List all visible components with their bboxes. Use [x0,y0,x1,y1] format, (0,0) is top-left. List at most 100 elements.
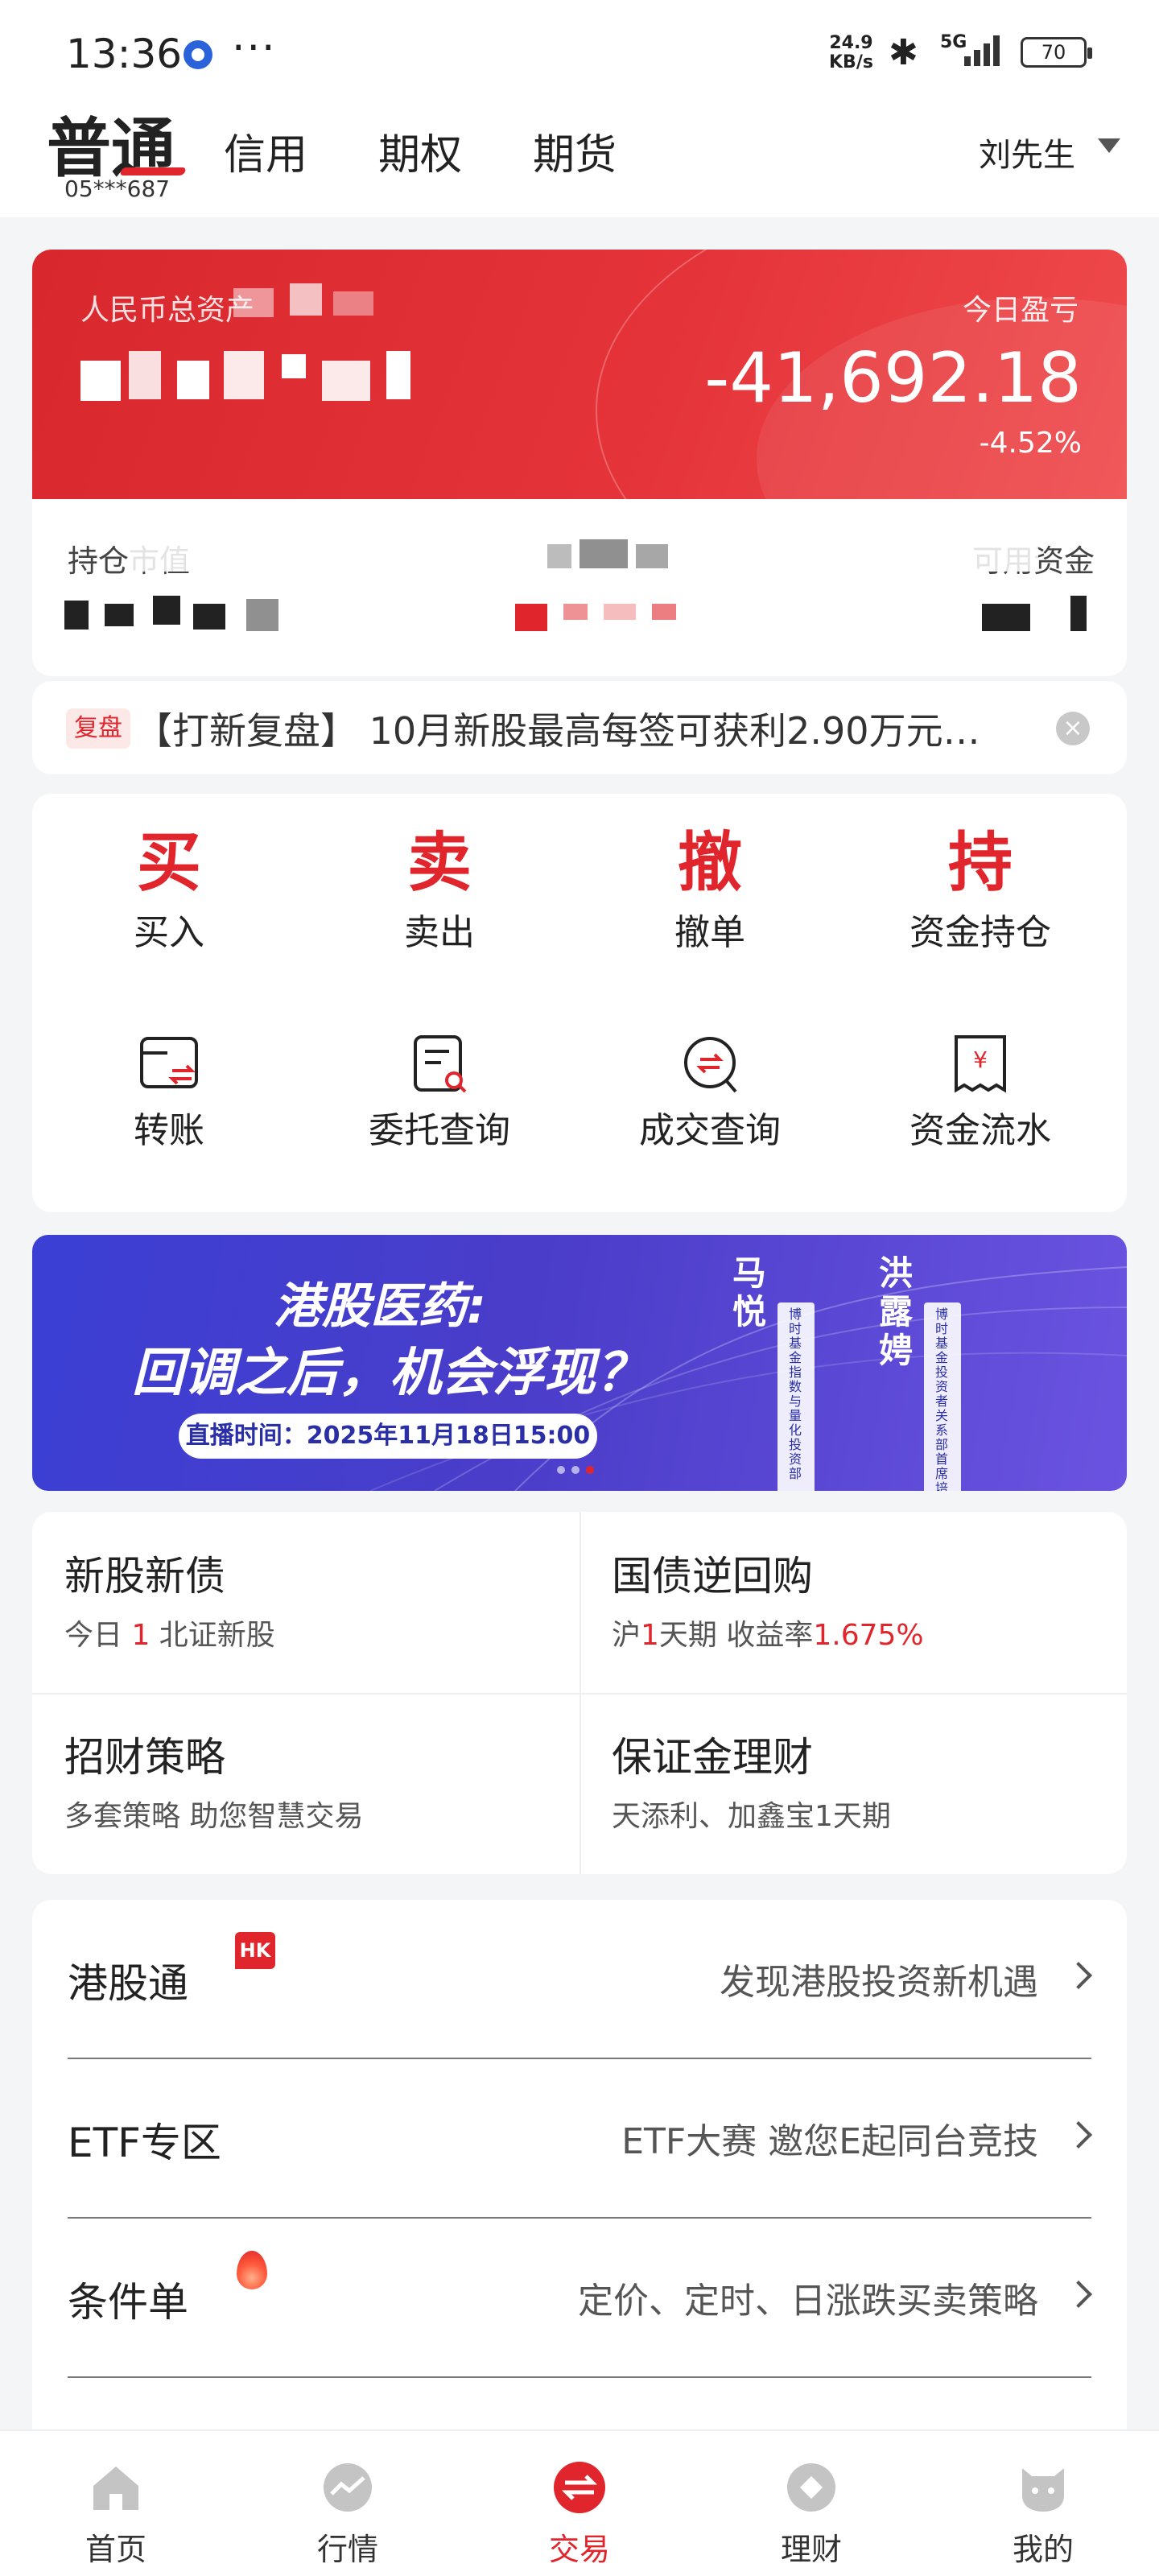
signal-icon [964,35,1000,66]
notice-text[interactable]: 【打新复盘】 10月新股最高每签可获利2.90万元… [135,702,980,755]
transfer-label: 转账 [134,1110,204,1151]
available-funds-masked [982,596,1095,631]
nav-profile-label: 我的 [1012,2532,1074,2567]
promo-banner[interactable]: 港股医药: 回调之后，机会浮现？ 直播时间：2025年11月18日15:00 马… [32,1235,1127,1491]
nav-market-label: 行情 [316,2532,378,2567]
asset-card[interactable]: 人民币总资产 今日盈亏 -41,692.18 -4.52% 持仓市值 可用资金 [32,250,1127,676]
hk-connect-title: 港股通 [68,1960,188,2007]
home-icon [93,2467,138,2510]
today-pl-percent: -4.52% [979,427,1082,460]
nav-trade[interactable]: 交易 [464,2460,695,2569]
strategy-title: 招财策略 [64,1734,225,1781]
hk-connect-desc: 发现港股投资新机遇 [720,1962,1038,2003]
nav-wealth-label: 理财 [780,2532,842,2567]
masked-text [233,283,386,319]
reverse-repo-subtitle: 沪1天期 收益率1.675% [612,1619,924,1652]
total-assets-label: 人民币总资产 [80,294,255,327]
banner-speaker-2: 洪露娉 博时基金投资者关系部首席培训官 [879,1254,1048,1491]
total-assets-value-masked [80,345,419,401]
chevron-down-icon[interactable] [1098,138,1120,153]
net-speed-unit: KB/s [829,52,873,72]
notice-badge: 复盘 [66,708,130,749]
sell-label: 卖出 [404,912,475,953]
deal-query-button[interactable]: 成交查询 [573,1032,847,1153]
strategy[interactable]: 招财策略 多套策略 助您智慧交易 [32,1693,580,1874]
banner-title-1: 港股医药: [274,1278,486,1335]
nav-wealth[interactable]: 理财 [695,2460,927,2569]
today-pl-value: -41,692.18 [704,338,1082,419]
account-type-tabs: 普通 05***687 信用 期权 期货 刘先生 [0,97,1159,217]
transfer-button[interactable]: 转账 [32,1032,306,1153]
nav-home-label: 首页 [85,2532,146,2567]
cancel-order-button[interactable]: 撤 撤单 [573,826,847,955]
market-icon [324,2463,372,2512]
active-tab-indicator [119,167,187,175]
sell-button[interactable]: 卖 卖出 [303,826,576,955]
more-notifications-icon: ··· [232,24,277,72]
buy-glyph: 买 [137,824,201,900]
speaker-2-title: 博时基金投资者关系部首席培训官 [935,1307,949,1492]
status-bar: 13:36 ··· 24.9 KB/s ✱ 5G 70 [0,0,1159,97]
fund-flow-button[interactable]: ¥ 资金流水 [843,1032,1117,1153]
notice-bar[interactable]: 复盘 【打新复盘】 10月新股最高每签可获利2.90万元… × [32,681,1127,774]
new-stocks-bonds[interactable]: 新股新债 今日 1 北证新股 [32,1512,580,1693]
list-item-conditional-order[interactable]: 条件单 定价、定时、日涨跌买卖策略 [32,2219,1127,2378]
nav-profile[interactable]: 我的 [927,2460,1159,2569]
chevron-right-icon [1065,1962,1092,1989]
order-query-button[interactable]: 委托查询 [303,1032,576,1153]
conditional-order-desc: 定价、定时、日涨跌买卖策略 [578,2281,1038,2322]
cancel-glyph: 撤 [678,824,742,900]
positions-button[interactable]: 持 资金持仓 [843,826,1117,955]
speaker-1-name: 马悦 [732,1253,767,1331]
transfer-icon [140,1037,198,1088]
tab-credit[interactable]: 信用 [224,121,307,181]
deal-query-label: 成交查询 [639,1110,781,1151]
banner-speaker-1: 马悦 博时基金指数与量化投资部 [732,1254,901,1491]
list-item-hk-connect[interactable]: 港股通 HK 发现港股投资新机遇 [32,1900,1127,2059]
net-speed-value: 24.9 [829,33,873,53]
asset-card-header: 人民币总资产 今日盈亏 -41,692.18 -4.52% [32,250,1127,636]
bottom-nav: 首页 行情 交易 理财 我的 [0,2429,1159,2576]
position-value-masked [64,596,290,631]
margin-wealth-title: 保证金理财 [612,1734,813,1781]
net-speed: 24.9 KB/s [829,34,873,72]
cancel-label: 撤单 [674,912,745,953]
list-item-etf[interactable]: ETF专区 ETF大赛 邀您E起同台竞技 [32,2059,1127,2219]
reverse-repo[interactable]: 国债逆回购 沪1天期 收益率1.675% [580,1512,1127,1693]
reverse-repo-title: 国债逆回购 [612,1553,813,1600]
banner-pagination [554,1462,597,1477]
new-stocks-title: 新股新债 [64,1553,225,1600]
app-notification-icon [184,40,212,69]
feature-grid: 新股新债 今日 1 北证新股 国债逆回购 沪1天期 收益率1.675% 招财策略… [32,1512,1127,1874]
chevron-right-icon [1065,2121,1092,2149]
battery-icon: 70 [1021,37,1092,68]
banner-title-2: 回调之后，机会浮现？ [132,1344,647,1403]
chevron-right-icon [1065,2281,1092,2308]
nav-home[interactable]: 首页 [0,2460,232,2569]
quick-actions: 买 买入 卖 卖出 撤 撤单 持 资金持仓 转账 委托查询 成交查询 ¥ 资金流… [32,794,1127,1212]
banner-live-time: 直播时间：2025年11月18日15:00 [179,1414,597,1459]
bluetooth-icon: ✱ [889,32,918,73]
close-icon[interactable]: × [1056,712,1090,745]
buy-button[interactable]: 买 买入 [32,826,306,955]
buy-label: 买入 [134,912,204,953]
strategy-subtitle: 多套策略 助您智慧交易 [64,1800,364,1833]
margin-wealth[interactable]: 保证金理财 天添利、加鑫宝1天期 [580,1693,1127,1874]
deal-query-icon [684,1037,737,1093]
nav-market[interactable]: 行情 [232,2460,464,2569]
fire-icon [237,2251,267,2289]
svg-text:¥: ¥ [973,1046,988,1073]
profile-icon [1022,2468,1064,2512]
fund-flow-label: 资金流水 [909,1110,1051,1151]
tab-options[interactable]: 期权 [378,121,462,181]
tab-futures[interactable]: 期货 [533,121,617,181]
positions-label: 资金持仓 [909,912,1051,953]
sell-glyph: 卖 [407,824,472,900]
new-stocks-subtitle: 今日 1 北证新股 [64,1619,275,1652]
user-name[interactable]: 刘先生 [979,129,1075,175]
order-query-label: 委托查询 [369,1110,510,1151]
order-query-icon [414,1035,467,1093]
fund-flow-icon: ¥ [955,1035,1006,1093]
nav-trade-label: 交易 [548,2532,610,2567]
masked-text [547,539,676,572]
